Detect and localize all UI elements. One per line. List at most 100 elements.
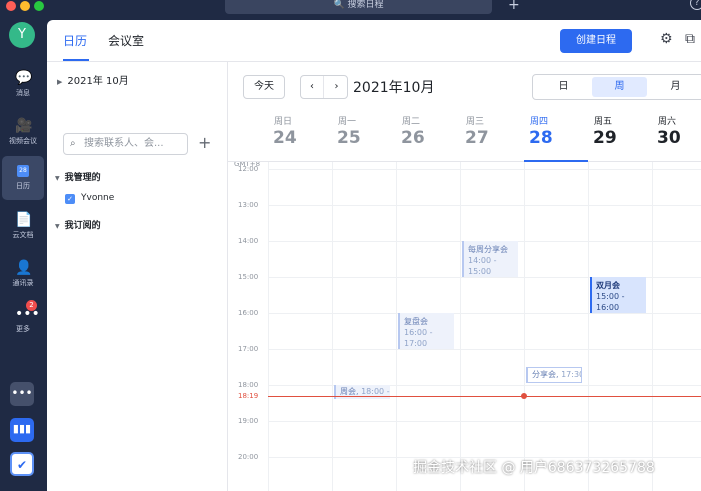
share-icon[interactable]: ⧉ xyxy=(685,31,695,47)
event-title: 复盘会 xyxy=(404,317,428,326)
create-event-button[interactable]: 创建日程 xyxy=(560,29,632,53)
event-title: 分享会, xyxy=(532,370,559,379)
event-title: 周会, xyxy=(340,387,359,396)
chat-icon: 💬 xyxy=(15,70,33,86)
event-time: 15:00 xyxy=(468,267,492,276)
day-header[interactable]: 周三 27 xyxy=(460,114,524,160)
minimize-window-button[interactable] xyxy=(20,1,30,11)
date-label: 24 xyxy=(273,128,297,148)
rail-item-label: 更多 xyxy=(16,325,30,333)
hour-label: 12:00 xyxy=(238,165,259,173)
prev-week-button[interactable]: ‹ xyxy=(301,76,324,98)
apps-button[interactable]: ••• xyxy=(10,382,34,406)
view-week[interactable]: 周 xyxy=(592,77,647,97)
help-icon[interactable]: ? xyxy=(690,0,701,10)
left-rail: Y 💬 消息 🎥 视频会议 28 日历 📄 云文档 👤 通讯录 ••• 更多 2… xyxy=(0,20,47,491)
mini-month-label: 2021年 10月 xyxy=(67,76,129,87)
date-label: 30 xyxy=(657,128,681,148)
rail-item-calendar[interactable]: 28 日历 xyxy=(2,156,44,200)
calendar-title: 2021年10月 xyxy=(353,80,435,96)
maximize-window-button[interactable] xyxy=(34,1,44,11)
rail-item-more[interactable]: ••• 更多 2 xyxy=(2,300,44,344)
calendar-entry-yvonne[interactable]: ✓ Yvonne xyxy=(65,193,114,204)
day-header[interactable]: 周五 29 xyxy=(588,114,652,160)
event-title: 双月会 xyxy=(596,281,620,290)
calendar-name: Yvonne xyxy=(81,193,115,203)
weekday-label: 周四 xyxy=(530,117,549,127)
stats-icon[interactable]: ▮▮▮ xyxy=(10,418,34,442)
app-logo-icon[interactable]: ✔ xyxy=(10,452,34,476)
rail-item-label: 消息 xyxy=(16,89,30,97)
rail-item-video[interactable]: 🎥 视频会议 xyxy=(2,112,44,156)
hour-label: 20:00 xyxy=(238,453,259,461)
active-tab-indicator xyxy=(63,59,89,61)
search-placeholder: 搜索联系人、会... xyxy=(84,138,164,149)
view-month[interactable]: 月 xyxy=(648,77,701,97)
mini-calendar-month[interactable]: ▶ 2021年 10月 xyxy=(57,72,129,87)
current-time-dot xyxy=(521,393,527,399)
group-label: 我订阅的 xyxy=(64,221,101,231)
title-bar: 🔍 搜索日程 + ? xyxy=(0,0,701,20)
next-week-button[interactable]: › xyxy=(325,76,348,98)
tab-calendar[interactable]: 日历 xyxy=(63,32,87,49)
day-header[interactable]: 周二 26 xyxy=(396,114,460,160)
main-window: 日历 会议室 创建日程 ⚙ ⧉ ▶ 2021年 10月 ⌕ 搜索联系人、会... … xyxy=(47,20,701,491)
weekday-label: 周五 xyxy=(594,117,613,127)
checkbox-checked-icon[interactable]: ✓ xyxy=(65,194,75,204)
close-window-button[interactable] xyxy=(6,1,16,11)
settings-gear-icon[interactable]: ⚙ xyxy=(660,31,673,47)
rail-item-label: 视频会议 xyxy=(9,137,37,145)
watermark: 掘金技术社区 @ 用户686373265788 xyxy=(413,460,655,476)
event-time: 17:30 xyxy=(561,370,582,379)
search-icon: ⌕ xyxy=(70,138,76,149)
sidebar: ▶ 2021年 10月 ⌕ 搜索联系人、会... + ▼ 我管理的 ✓ Yvonne … xyxy=(47,62,228,491)
top-search-bar[interactable]: 🔍 搜索日程 xyxy=(225,0,492,14)
caret-down-icon: ▼ xyxy=(55,175,60,182)
view-day[interactable]: 日 xyxy=(536,77,591,97)
caret-down-icon: ▼ xyxy=(55,223,60,230)
week-grid[interactable]: 12:00 13:00 14:00 15:00 16:00 17:00 18:0… xyxy=(228,162,701,491)
day-column-divider xyxy=(268,162,269,491)
subscribed-calendars-group[interactable]: ▼ 我订阅的 xyxy=(55,218,101,231)
caret-right-icon: ▶ xyxy=(57,78,63,86)
day-header[interactable]: 周一 25 xyxy=(332,114,396,160)
day-header[interactable]: 周六 30 xyxy=(652,114,701,160)
doc-icon: 📄 xyxy=(15,212,33,228)
today-button[interactable]: 今天 xyxy=(243,75,285,99)
view-switcher: 日 周 月 xyxy=(532,74,701,100)
hour-label: 15:00 xyxy=(238,273,259,281)
hour-label: 17:00 xyxy=(238,345,259,353)
event-block[interactable]: 双月会 15:00 - 16:00 xyxy=(590,277,646,313)
day-header-today[interactable]: 周四 28 xyxy=(524,114,588,160)
calendar-view: 今天 ‹ › 2021年10月 日 周 月 GMT+8 周日 24 周一 25 … xyxy=(228,62,701,491)
managed-calendars-group[interactable]: ▼ 我管理的 xyxy=(55,170,101,183)
date-label: 29 xyxy=(593,128,617,148)
top-plus-icon[interactable]: + xyxy=(508,0,520,12)
day-column-divider xyxy=(460,162,461,491)
hour-label: 18:00 xyxy=(238,381,259,389)
event-block[interactable]: 分享会, 17:30 xyxy=(526,367,582,383)
hour-label: 13:00 xyxy=(238,201,259,209)
day-column-divider xyxy=(652,162,653,491)
rail-item-contacts[interactable]: 👤 通讯录 xyxy=(2,254,44,298)
event-block[interactable]: 每周分享会 14:00 - 15:00 xyxy=(462,241,518,277)
rail-item-messages[interactable]: 💬 消息 xyxy=(2,64,44,108)
event-block[interactable]: 复盘会 16:00 - 17:00 xyxy=(398,313,454,349)
weekday-label: 周一 xyxy=(338,117,357,127)
rail-item-label: 云文档 xyxy=(12,231,34,239)
calendar-icon: 28 xyxy=(17,165,29,177)
rail-item-docs[interactable]: 📄 云文档 xyxy=(2,206,44,250)
day-column-divider xyxy=(396,162,397,491)
hour-label: 19:00 xyxy=(238,417,259,425)
avatar[interactable]: Y xyxy=(9,22,35,48)
tab-meeting-rooms[interactable]: 会议室 xyxy=(108,32,144,49)
event-time: 14:00 - xyxy=(468,256,497,265)
hour-label: 14:00 xyxy=(238,237,259,245)
notification-badge: 2 xyxy=(26,300,37,311)
add-calendar-icon[interactable]: + xyxy=(198,133,211,152)
day-header[interactable]: 周日 24 xyxy=(268,114,332,160)
event-time: 16:00 - xyxy=(404,328,433,337)
event-time: 18:00 - xyxy=(361,387,390,396)
contact-search-input[interactable]: ⌕ 搜索联系人、会... xyxy=(63,133,188,155)
weekday-label: 周三 xyxy=(466,117,485,127)
